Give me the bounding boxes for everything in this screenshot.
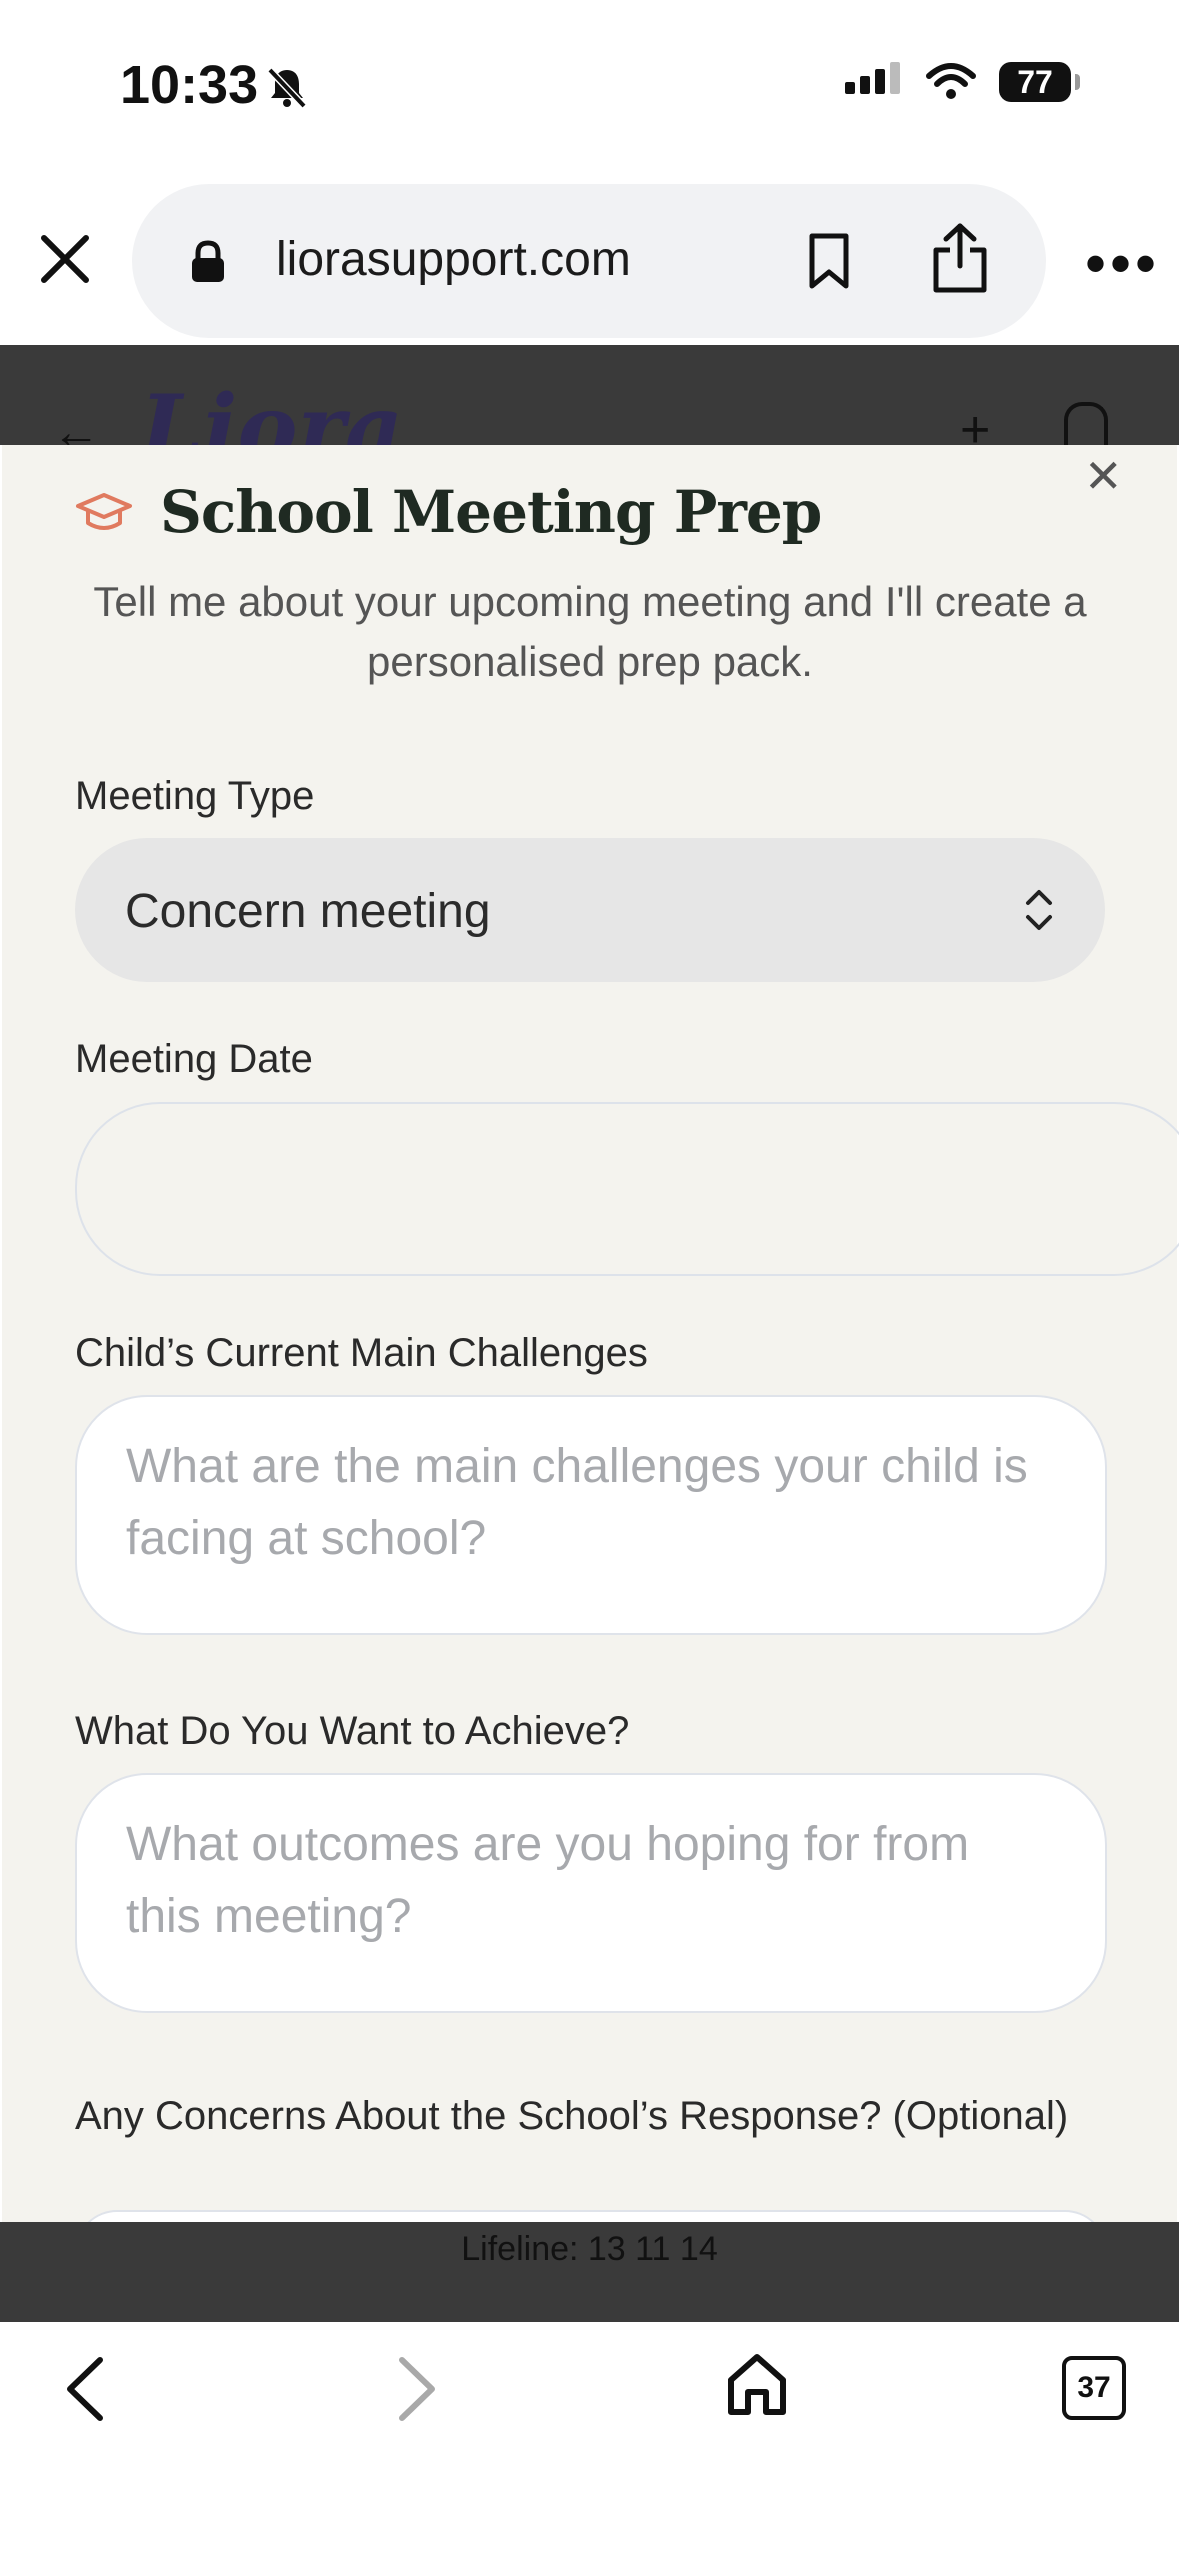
share-button[interactable] (930, 222, 990, 299)
back-icon (67, 2357, 103, 2421)
challenges-placeholder: What are the main challenges your child … (126, 1440, 1028, 1565)
lock-icon (190, 240, 226, 289)
close-tab-button[interactable] (36, 230, 94, 288)
more-button[interactable]: ••• (1085, 234, 1160, 294)
forward-icon (399, 2357, 435, 2421)
tabs-button[interactable]: 37 (1062, 2356, 1126, 2420)
bookmark-icon (809, 233, 849, 289)
signal-icon (845, 62, 900, 94)
achieve-textarea[interactable]: What outcomes are you hoping for from th… (75, 1773, 1107, 2013)
challenges-label: Child’s Current Main Challenges (75, 1331, 648, 1375)
close-icon (41, 235, 89, 283)
meeting-date-label: Meeting Date (75, 1037, 313, 1081)
battery-icon: 77 (999, 62, 1080, 102)
url-text[interactable]: liorasupport.com (276, 232, 631, 287)
modal-title: School Meeting Prep (160, 478, 822, 546)
challenges-textarea[interactable]: What are the main challenges your child … (75, 1395, 1107, 1635)
more-icon: ••• (1085, 230, 1161, 297)
back-button[interactable] (60, 2354, 110, 2429)
graduation-cap-icon (74, 490, 134, 541)
forward-button[interactable] (392, 2354, 442, 2429)
status-icons: 77 (845, 62, 1080, 102)
status-time: 10:33 (120, 55, 259, 115)
achieve-label: What Do You Want to Achieve? (75, 1709, 630, 1753)
lifeline-text: Lifeline: 13 11 14 (461, 2230, 718, 2268)
modal-close-button[interactable]: ✕ (1084, 449, 1123, 503)
meeting-type-label: Meeting Type (75, 774, 315, 818)
browser-toolbar (0, 2322, 1179, 2556)
close-icon: ✕ (1084, 450, 1123, 502)
modal-subtitle: Tell me about your upcoming meeting and … (93, 578, 1087, 685)
home-icon (728, 2354, 786, 2415)
meeting-date-input[interactable] (75, 1102, 1179, 1276)
concerns-label: Any Concerns About the School’s Response… (75, 2094, 1069, 2138)
wifi-icon (926, 63, 976, 99)
achieve-placeholder: What outcomes are you hoping for from th… (126, 1818, 970, 1943)
bell-slash-icon (266, 66, 308, 115)
chevron-updown-icon (1022, 885, 1056, 935)
lock-icon[interactable] (1064, 402, 1108, 446)
share-icon (933, 223, 987, 293)
bookmark-button[interactable] (806, 232, 852, 295)
home-button[interactable] (726, 2352, 788, 2423)
site-logo[interactable]: Liora (140, 375, 403, 445)
meeting-type-value[interactable]: Concern meeting (125, 884, 491, 939)
